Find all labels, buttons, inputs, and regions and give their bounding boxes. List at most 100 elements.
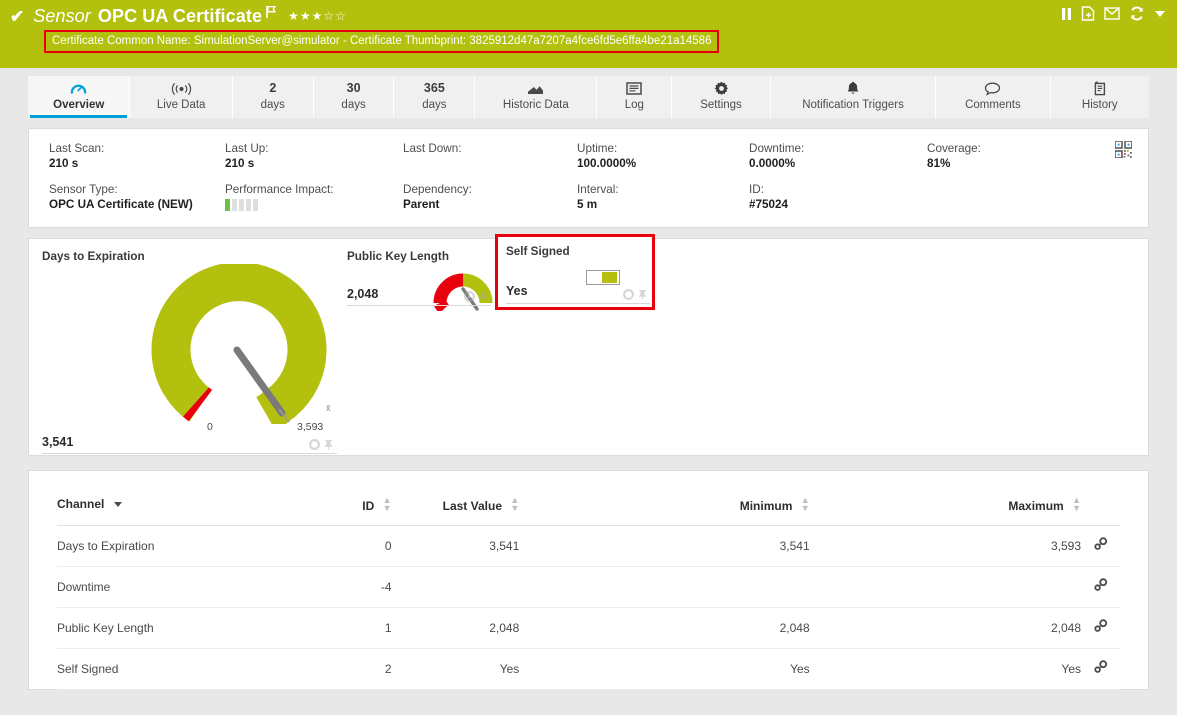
gauge-days-to-expiration-value: 3,541 <box>42 435 73 449</box>
info-uptime-label: Uptime: <box>577 141 749 156</box>
table-row[interactable]: Downtime -4 <box>57 567 1120 608</box>
col-minimum[interactable]: Minimum ▲▼ <box>519 489 809 526</box>
sensor-info-panel: Last Scan: 210 s Last Up: 210 s Last Dow… <box>28 128 1149 228</box>
history-icon <box>1092 80 1107 97</box>
qr-code-icon[interactable] <box>1115 141 1132 163</box>
col-actions <box>1081 489 1120 526</box>
table-row[interactable]: Days to Expiration 0 3,541 3,541 3,593 <box>57 526 1120 567</box>
sort-desc-icon <box>114 502 122 507</box>
pause-icon[interactable] <box>1061 7 1072 21</box>
col-id-label: ID <box>362 499 374 513</box>
gauge-self-signed-baseline <box>506 303 650 304</box>
cell-maximum: 2,048 <box>810 608 1081 649</box>
cell-channel: Downtime <box>57 567 318 608</box>
info-uptime-value: 100.0000% <box>577 156 749 172</box>
gauge-days-min-label: 0 <box>207 421 213 433</box>
channel-settings-icon[interactable] <box>1081 608 1120 649</box>
table-row[interactable]: Public Key Length 1 2,048 2,048 2,048 <box>57 608 1120 649</box>
certificate-banner: Certificate Common Name: SimulationServe… <box>44 30 719 53</box>
tab-settings[interactable]: Settings <box>672 76 771 118</box>
col-minimum-label: Minimum <box>740 499 793 513</box>
info-last-up: Last Up: 210 s <box>225 141 403 172</box>
cell-id: -4 <box>318 567 391 608</box>
cell-channel: Days to Expiration <box>57 526 318 567</box>
tab-30-days[interactable]: 30 days <box>314 76 395 118</box>
gauge-days-max-label: 3,593 <box>297 421 323 433</box>
tab-comments[interactable]: Comments <box>936 76 1050 118</box>
gauge-public-key-length-value: 2,048 <box>347 287 378 301</box>
gauges-panel: Days to Expiration 0 3,593 x̄ 3,541 <box>28 238 1149 456</box>
info-interval: Interval: 5 m <box>577 182 749 213</box>
tab-historic-data[interactable]: Historic Data <box>475 76 597 118</box>
channel-table-panel: Channel ID ▲▼ Last Value ▲▼ Minimum ▲▼ M… <box>28 470 1149 690</box>
col-id[interactable]: ID ▲▼ <box>318 489 391 526</box>
cell-last-value: Yes <box>392 649 520 690</box>
channel-table-head: Channel ID ▲▼ Last Value ▲▼ Minimum ▲▼ M… <box>57 489 1120 526</box>
tab-notification-triggers[interactable]: Notification Triggers <box>771 76 936 118</box>
tab-overview[interactable]: Overview <box>28 76 130 118</box>
channel-table-body: Days to Expiration 0 3,541 3,541 3,593 D… <box>57 526 1120 690</box>
cell-channel: Self Signed <box>57 649 318 690</box>
channel-settings-icon[interactable] <box>1081 567 1120 608</box>
info-dependency-value: Parent <box>403 197 577 213</box>
refresh-icon[interactable] <box>1129 6 1145 21</box>
cell-id: 2 <box>318 649 391 690</box>
performance-impact-bars <box>225 199 403 211</box>
tab-history[interactable]: History <box>1051 76 1150 118</box>
col-last-value[interactable]: Last Value ▲▼ <box>392 489 520 526</box>
gauge-self-signed[interactable]: Self Signed Yes <box>495 234 655 310</box>
gauge-days-to-expiration[interactable]: Days to Expiration 0 3,593 x̄ 3,541 <box>29 239 349 455</box>
channel-settings-icon[interactable] <box>1081 526 1120 567</box>
mail-icon[interactable] <box>1104 7 1120 20</box>
col-maximum[interactable]: Maximum ▲▼ <box>810 489 1081 526</box>
cell-minimum: 3,541 <box>519 526 809 567</box>
gauge-public-key-length[interactable]: Public Key Length 2,048 <box>339 239 499 309</box>
info-last-scan: Last Scan: 210 s <box>49 141 225 172</box>
log-icon <box>626 80 642 97</box>
cell-id: 0 <box>318 526 391 567</box>
col-channel[interactable]: Channel <box>57 489 318 526</box>
gauge-pkl-baseline <box>347 305 491 306</box>
col-maximum-label: Maximum <box>1008 499 1063 513</box>
info-coverage-value: 81% <box>927 156 1077 172</box>
tab-30-days-number: 30 <box>347 80 361 97</box>
info-interval-label: Interval: <box>577 182 749 197</box>
cell-maximum <box>810 567 1081 608</box>
tab-log-label: Log <box>625 97 644 113</box>
priority-stars[interactable]: ★★★☆☆ <box>288 10 347 22</box>
info-last-up-label: Last Up: <box>225 141 403 156</box>
cell-id: 1 <box>318 608 391 649</box>
col-channel-label: Channel <box>57 497 104 511</box>
tab-2-days[interactable]: 2 days <box>233 76 314 118</box>
sensor-tabbar: Overview Live Data 2 days 30 days 365 da… <box>28 76 1149 118</box>
col-last-value-label: Last Value <box>443 499 502 513</box>
info-coverage-label: Coverage: <box>927 141 1077 156</box>
self-signed-indicator <box>586 270 620 285</box>
info-last-scan-label: Last Scan: <box>49 141 225 156</box>
tab-live-data-label: Live Data <box>157 97 206 113</box>
add-document-icon[interactable] <box>1081 6 1095 21</box>
tab-history-label: History <box>1082 97 1118 113</box>
sort-both-icon: ▲▼ <box>801 496 810 512</box>
table-row[interactable]: Self Signed 2 Yes Yes Yes <box>57 649 1120 690</box>
tab-2-days-label: days <box>261 97 285 113</box>
tab-365-days[interactable]: 365 days <box>394 76 475 118</box>
gauge-days-to-expiration-dial <box>149 264 329 424</box>
tab-log[interactable]: Log <box>597 76 672 118</box>
tab-live-data[interactable]: Live Data <box>130 76 232 118</box>
gauge-days-mean-marker: x̄ <box>326 403 331 413</box>
gauge-self-signed-value: Yes <box>506 284 528 298</box>
chevron-down-icon[interactable] <box>1155 11 1165 17</box>
sensor-info-grid: Last Scan: 210 s Last Up: 210 s Last Dow… <box>49 141 1132 213</box>
info-sensor-type-label: Sensor Type: <box>49 182 225 197</box>
channel-settings-icon[interactable] <box>1081 649 1120 690</box>
info-downtime-value: 0.0000% <box>749 156 927 172</box>
info-downtime: Downtime: 0.0000% <box>749 141 927 172</box>
cell-last-value: 2,048 <box>392 608 520 649</box>
header-actions <box>1061 6 1165 21</box>
flag-icon[interactable] <box>265 5 277 24</box>
info-id: ID: #75024 <box>749 182 927 213</box>
gauge-days-to-expiration-title: Days to Expiration <box>42 250 145 263</box>
info-performance-impact-label: Performance Impact: <box>225 182 403 197</box>
cell-maximum: 3,593 <box>810 526 1081 567</box>
